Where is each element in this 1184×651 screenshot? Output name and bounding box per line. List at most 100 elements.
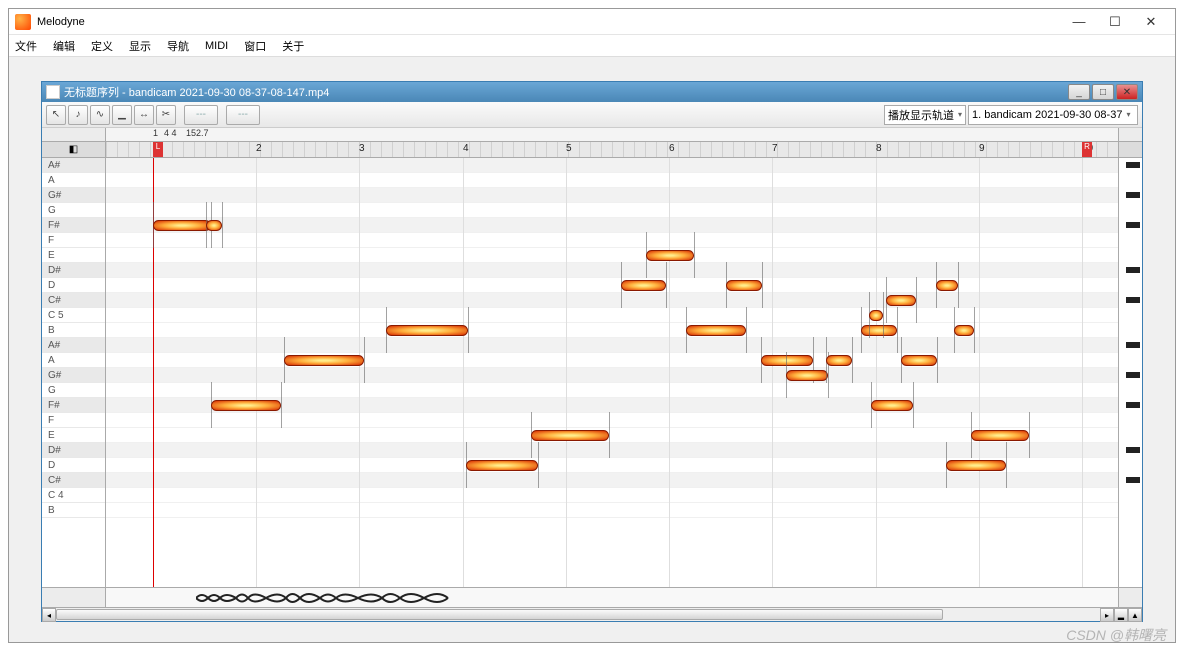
menu-define[interactable]: 定义: [91, 38, 113, 54]
note-blob[interactable]: [936, 280, 958, 291]
track-select-label: 1. bandicam 2021-09-30 08-37: [972, 109, 1122, 121]
black-key-icon: [1126, 192, 1140, 198]
pitch-label: F: [42, 413, 105, 428]
minimize-button[interactable]: —: [1061, 12, 1097, 32]
doc-minimize-button[interactable]: _: [1068, 84, 1090, 100]
track-select[interactable]: 1. bandicam 2021-09-30 08-37 ▾: [968, 105, 1138, 125]
pitch-label: G: [42, 383, 105, 398]
menu-edit[interactable]: 编辑: [53, 38, 75, 54]
track-display-label: 播放显示轨道: [888, 107, 954, 123]
outer-titlebar: Melodyne — ☐ ✕: [9, 9, 1175, 35]
doc-close-button[interactable]: ✕: [1116, 84, 1138, 100]
tool-pointer[interactable]: ↖: [46, 105, 66, 125]
note-blob[interactable]: [646, 250, 694, 261]
bar-label: 8: [876, 143, 882, 154]
pitch-label: D#: [42, 443, 105, 458]
note-blob[interactable]: [871, 400, 913, 411]
menu-midi[interactable]: MIDI: [205, 40, 228, 52]
note-blob[interactable]: [954, 325, 974, 336]
pitch-label: E: [42, 248, 105, 263]
black-key-icon: [1126, 477, 1140, 483]
note-blob[interactable]: [946, 460, 1006, 471]
note-blob[interactable]: [386, 325, 468, 336]
doc-title: 无标题序列 - bandicam 2021-09-30 08-37-08-147…: [64, 84, 1068, 100]
menu-window[interactable]: 窗口: [244, 38, 266, 54]
chevron-down-icon: ▾: [1126, 110, 1130, 119]
menu-about[interactable]: 关于: [282, 38, 304, 54]
scroll-left-button[interactable]: ◂: [42, 608, 56, 622]
maximize-button[interactable]: ☐: [1097, 12, 1133, 32]
zoom-out-button[interactable]: ▂: [1114, 608, 1128, 622]
close-button[interactable]: ✕: [1133, 12, 1169, 32]
pitch-label: A: [42, 173, 105, 188]
note-blob[interactable]: [531, 430, 609, 441]
watermark: CSDN @韩曙亮: [1066, 625, 1166, 645]
pitch-column: A#AG#GF#FED#DC#C 5BA#AG#GF#FED#DC#C 4B: [42, 158, 106, 587]
menu-file[interactable]: 文件: [15, 38, 37, 54]
note-blob[interactable]: [886, 295, 916, 306]
note-blob[interactable]: [211, 400, 281, 411]
menu-navigate[interactable]: 导航: [167, 38, 189, 54]
pitch-label: D: [42, 278, 105, 293]
note-blob[interactable]: [901, 355, 937, 366]
tool-pitch[interactable]: ♪: [68, 105, 88, 125]
menu-display[interactable]: 显示: [129, 38, 151, 54]
bar-label: 9: [979, 143, 985, 154]
toolbar: ↖ ♪ ∿ ▁ ↔ ✂ --- --- 播放显示轨道 ▾ 1. bandicam…: [42, 102, 1142, 128]
tool-formant[interactable]: ∿: [90, 105, 110, 125]
tool-extra-b[interactable]: ---: [226, 105, 260, 125]
note-blob[interactable]: [206, 220, 222, 231]
black-key-icon: [1126, 342, 1140, 348]
zoom-in-button[interactable]: ▲: [1128, 608, 1142, 622]
note-blob[interactable]: [971, 430, 1029, 441]
note-blob[interactable]: [726, 280, 762, 291]
note-blob[interactable]: [284, 355, 364, 366]
pitch-label: B: [42, 323, 105, 338]
pitch-label: A: [42, 353, 105, 368]
pitch-label: F#: [42, 218, 105, 233]
right-marker[interactable]: R: [1082, 142, 1092, 157]
tempo[interactable]: 152.7: [186, 128, 209, 138]
note-blob[interactable]: [869, 310, 883, 321]
doc-icon: [46, 85, 60, 99]
note-blob[interactable]: [621, 280, 666, 291]
doc-maximize-button[interactable]: □: [1092, 84, 1114, 100]
overview-waveform[interactable]: [42, 587, 1142, 607]
note-blob[interactable]: [861, 325, 897, 336]
note-blob[interactable]: [153, 220, 211, 231]
timesig[interactable]: 4 4: [164, 128, 177, 138]
scroll-right-button[interactable]: ▸: [1100, 608, 1114, 622]
ruler[interactable]: ◧ 12345678910LR: [42, 142, 1142, 158]
pitch-label: B: [42, 503, 105, 518]
bar-label: 4: [463, 143, 469, 154]
pitch-label: F#: [42, 398, 105, 413]
pitch-label: C#: [42, 473, 105, 488]
pitch-label: F: [42, 233, 105, 248]
h-scrollbar[interactable]: ◂ ▸ ▂ ▲: [42, 607, 1142, 621]
note-area[interactable]: [106, 158, 1118, 587]
bar-label: 2: [256, 143, 262, 154]
left-marker[interactable]: L: [153, 142, 163, 157]
note-blob[interactable]: [761, 355, 813, 366]
pitch-label: G#: [42, 368, 105, 383]
tool-extra-a[interactable]: ---: [184, 105, 218, 125]
waveform-icon: [196, 590, 456, 606]
tool-amplitude[interactable]: ▁: [112, 105, 132, 125]
note-blob[interactable]: [466, 460, 538, 471]
note-blob[interactable]: [786, 370, 828, 381]
ruler-corner-icon: ◧: [42, 142, 106, 157]
bar-label: 3: [359, 143, 365, 154]
note-blob[interactable]: [826, 355, 852, 366]
note-blob[interactable]: [686, 325, 746, 336]
chevron-down-icon: ▾: [958, 110, 962, 119]
tool-separate[interactable]: ✂: [156, 105, 176, 125]
tool-time[interactable]: ↔: [134, 105, 154, 125]
track-display-select[interactable]: 播放显示轨道 ▾: [884, 105, 966, 125]
note-editor[interactable]: A#AG#GF#FED#DC#C 5BA#AG#GF#FED#DC#C 4B: [42, 158, 1142, 587]
pitch-label: A#: [42, 338, 105, 353]
menubar: 文件 编辑 定义 显示 导航 MIDI 窗口 关于: [9, 35, 1175, 57]
pitch-label: G: [42, 203, 105, 218]
scroll-thumb[interactable]: [56, 609, 943, 620]
pitch-label: E: [42, 428, 105, 443]
pitch-label: C 4: [42, 488, 105, 503]
